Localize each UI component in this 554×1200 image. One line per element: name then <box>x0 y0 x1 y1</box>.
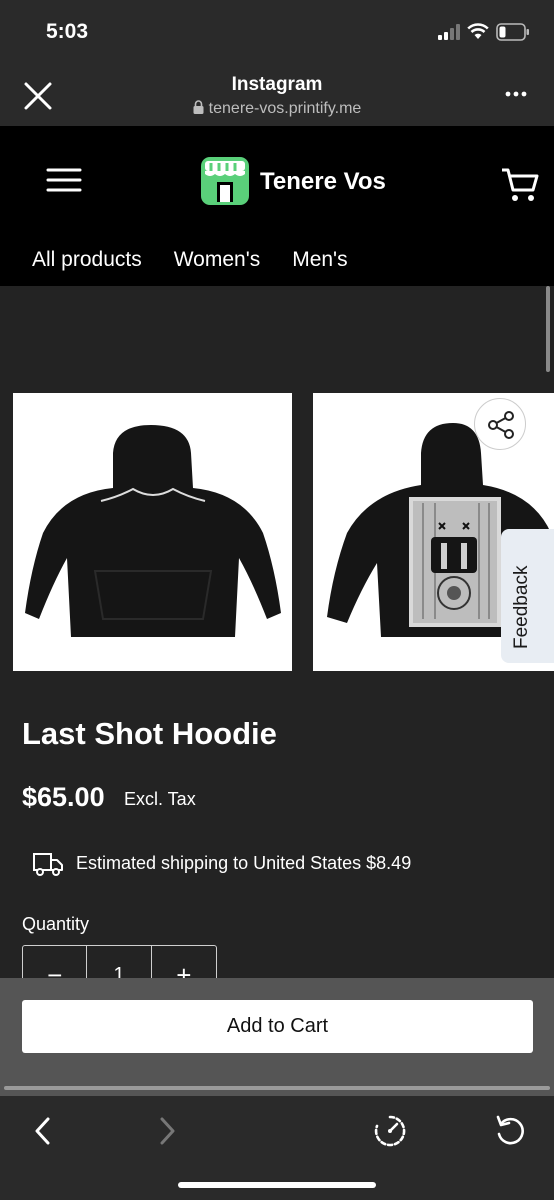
reload-icon[interactable] <box>494 1114 528 1148</box>
status-bar: 5:03 <box>0 0 554 62</box>
horizontal-scrollbar <box>4 1086 550 1090</box>
scrollbar[interactable] <box>546 286 550 372</box>
nav-womens[interactable]: Women's <box>174 248 260 272</box>
home-indicator[interactable] <box>178 1182 376 1188</box>
quantity-input[interactable]: 1 <box>87 946 152 978</box>
nav-all-products[interactable]: All products <box>32 248 142 272</box>
chevron-right-icon[interactable] <box>156 1116 178 1146</box>
plus-icon: + <box>176 960 192 978</box>
brand-name[interactable]: Tenere Vos <box>260 168 386 196</box>
nav-mens[interactable]: Men's <box>292 248 347 272</box>
add-to-cart-bar: Add to Cart <box>0 978 554 1096</box>
quantity-increment-button[interactable]: + <box>152 946 216 978</box>
battery-icon <box>496 23 529 41</box>
quantity-value: 1 <box>113 964 125 978</box>
tax-note: Excl. Tax <box>124 789 196 809</box>
store-nav: All products Women's Men's <box>32 248 348 272</box>
shopping-cart-icon[interactable] <box>500 166 540 204</box>
quantity-decrement-button[interactable]: − <box>23 946 88 978</box>
quantity-label: Quantity <box>22 914 90 934</box>
product-title: Last Shot Hoodie <box>22 716 277 751</box>
feedback-label: Feedback <box>511 565 532 649</box>
feedback-tab[interactable]: Feedback <box>501 529 554 663</box>
product-image-front[interactable] <box>13 393 292 671</box>
url-text: tenere-vos.printify.me <box>208 100 362 117</box>
speed-icon[interactable] <box>372 1114 408 1148</box>
browser-toolbar <box>0 1096 554 1200</box>
hamburger-menu-icon[interactable] <box>46 166 82 194</box>
browser-bar: Instagram tenere-vos.printify.me <box>0 62 554 126</box>
share-icon <box>488 411 514 439</box>
quantity-stepper: − 1 + <box>22 945 217 978</box>
lock-icon <box>193 100 204 114</box>
storefront-logo-icon[interactable] <box>200 156 250 206</box>
more-icon[interactable] <box>500 84 532 104</box>
share-button[interactable] <box>474 398 526 450</box>
product-page[interactable]: Feedback Last Shot Hoodie $65.00 Excl. T… <box>0 286 554 978</box>
hoodie-front-image <box>25 425 281 637</box>
cellular-signal-icon <box>438 24 460 40</box>
browser-url[interactable]: tenere-vos.printify.me <box>0 100 554 118</box>
store-header: Tenere Vos All products Women's Men's <box>0 126 554 286</box>
shipping-estimate: Estimated shipping to United States $8.4… <box>76 853 412 873</box>
chevron-left-icon[interactable] <box>32 1116 54 1146</box>
minus-icon: − <box>47 960 63 978</box>
status-time: 5:03 <box>46 20 89 43</box>
product-price: $65.00 <box>22 782 105 812</box>
truck-icon <box>33 853 63 876</box>
wifi-icon <box>467 23 489 39</box>
add-to-cart-button[interactable]: Add to Cart <box>22 1000 533 1053</box>
browser-title: Instagram <box>231 74 323 95</box>
